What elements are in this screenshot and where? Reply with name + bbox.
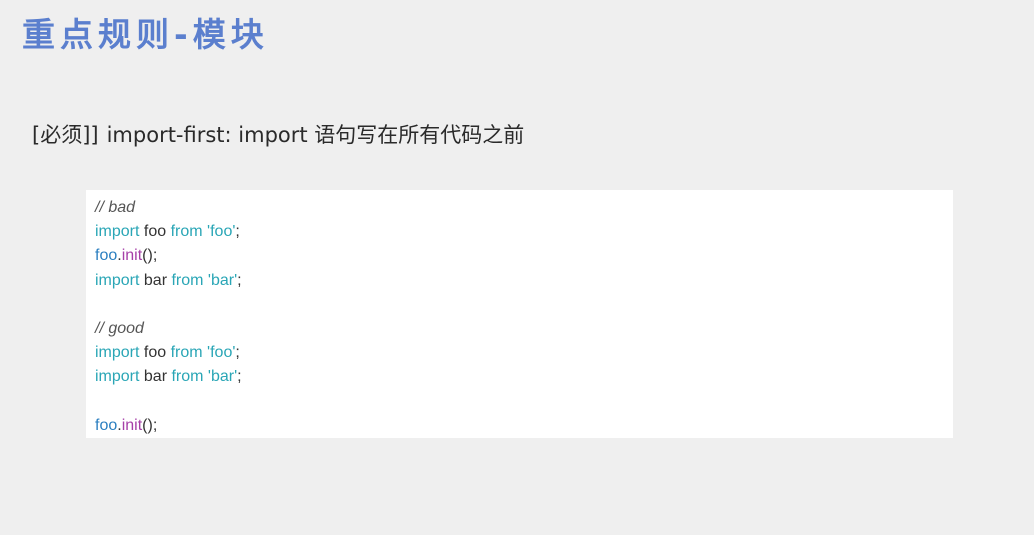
code-token-punct: (); <box>142 247 158 265</box>
code-token-keyword: import <box>95 271 140 289</box>
code-token-comment: // bad <box>95 199 136 216</box>
code-token-keyword: from <box>171 271 204 289</box>
code-token-string: 'bar' <box>203 271 238 289</box>
code-token-punct: (); <box>142 416 158 434</box>
code-line: // bad <box>95 196 242 220</box>
code-token-comment: // good <box>95 319 144 337</box>
code-token-method: init <box>121 247 143 265</box>
code-line: import foo from 'foo'; <box>95 341 242 365</box>
code-token-ident-blue: foo <box>95 247 118 265</box>
code-token-punct: ; <box>237 271 242 289</box>
code-token-keyword: from <box>171 368 204 386</box>
code-token-string: 'bar' <box>203 368 238 386</box>
code-token-keyword: from <box>170 223 203 241</box>
code-token-keyword: import <box>95 344 140 362</box>
rule-statement: [必须]] import-first: import 语句写在所有代码之前 <box>32 120 524 150</box>
code-lines: // bad import foo from 'foo'; foo.init(); i… <box>95 196 242 438</box>
code-token-ident: bar <box>139 368 172 386</box>
code-line: import bar from 'bar'; <box>95 269 242 293</box>
code-line: foo.init(); <box>95 244 242 268</box>
code-token-ident: foo <box>139 344 171 362</box>
code-token-keyword: import <box>95 223 140 241</box>
code-token-ident: foo <box>139 223 171 241</box>
code-line: foo.init(); <box>95 414 242 438</box>
code-block: // bad import foo from 'foo'; foo.init(); i… <box>86 190 953 438</box>
code-token-keyword: import <box>95 368 140 386</box>
code-token-string: 'foo' <box>202 344 236 362</box>
code-token-keyword: from <box>170 344 203 362</box>
rule-tag: [必须]] <box>32 123 99 147</box>
rule-text: import-first: import 语句写在所有代码之前 <box>106 123 525 147</box>
code-token-method: init <box>121 416 143 434</box>
code-token-punct: ; <box>235 223 240 241</box>
code-token-ident-blue: foo <box>95 416 118 434</box>
code-token-ident: bar <box>139 271 172 289</box>
code-token-punct: ; <box>235 344 240 362</box>
code-line: import bar from 'bar'; <box>95 365 242 389</box>
code-line: // good <box>95 317 242 341</box>
code-token-punct: ; <box>237 368 242 386</box>
slide-title: 重点规则-模块 <box>22 15 269 54</box>
code-token-string: 'foo' <box>202 223 236 241</box>
code-line: import foo from 'foo'; <box>95 220 242 244</box>
